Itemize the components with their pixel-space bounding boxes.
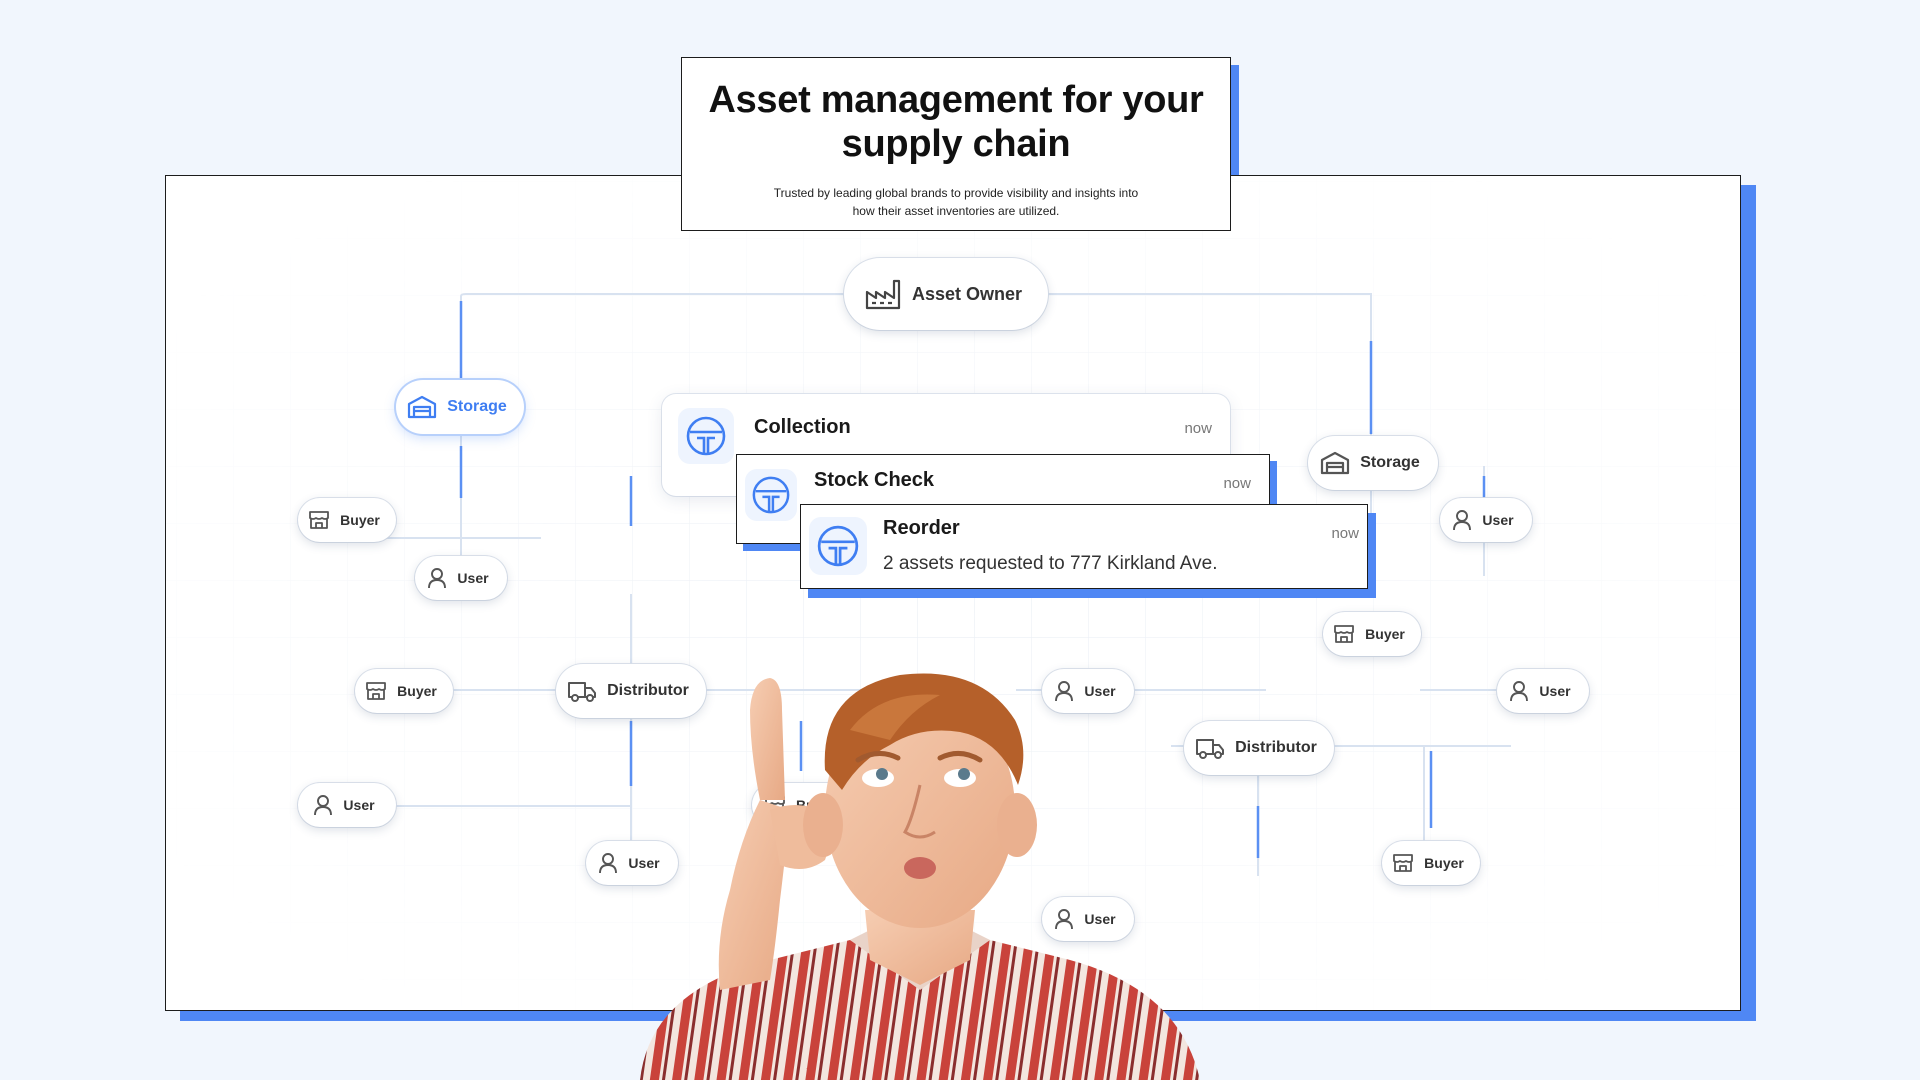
notification-reorder[interactable]: Reorder now 2 assets requested to 777 Ki… (800, 504, 1368, 589)
node-user[interactable]: User (298, 783, 396, 827)
notification-body: 2 assets requested to 777 Kirkland Ave. (883, 553, 1218, 574)
person-thinking-image (640, 673, 1200, 1080)
node-user[interactable]: User (1497, 669, 1589, 713)
notification-title: Collection (754, 416, 851, 438)
node-user[interactable]: User (1440, 498, 1532, 542)
node-storage-right[interactable]: Storage (1308, 436, 1438, 490)
hero-card: Asset management for your supply chain T… (681, 57, 1231, 231)
node-label: User (457, 570, 489, 586)
notification-time: now (1331, 525, 1359, 542)
node-label: User (1482, 512, 1514, 528)
user-icon (314, 795, 333, 816)
notification-icon (678, 408, 734, 464)
node-label: Buyer (1365, 626, 1405, 642)
brand-logo-icon (686, 416, 726, 456)
warehouse-icon (1321, 451, 1350, 475)
node-buyer[interactable]: Buyer (1382, 841, 1480, 885)
brand-logo-icon (752, 476, 790, 514)
notification-title: Reorder (883, 517, 960, 539)
node-storage-left[interactable]: Storage (396, 380, 524, 434)
node-label: User (1539, 683, 1571, 699)
store-icon (366, 682, 387, 700)
hero-subtitle: Trusted by leading global brands to prov… (773, 186, 1139, 218)
node-label: User (343, 797, 375, 813)
node-label: Buyer (340, 512, 380, 528)
hero-title: Asset management for your supply chain (708, 79, 1204, 165)
notification-icon (809, 517, 867, 575)
node-label: Asset Owner (911, 283, 1023, 304)
store-icon (1334, 625, 1355, 643)
node-label: Storage (447, 398, 507, 415)
user-icon (599, 853, 618, 874)
node-label: Buyer (397, 683, 437, 699)
node-buyer[interactable]: Buyer (298, 498, 396, 542)
node-asset-owner[interactable]: Asset Owner (844, 258, 1048, 330)
notification-title: Stock Check (814, 469, 935, 491)
notification-time: now (1223, 475, 1251, 492)
node-label: Storage (1360, 454, 1420, 471)
brand-logo-icon (817, 525, 859, 567)
user-icon (428, 568, 447, 589)
node-label: Distributor (1235, 739, 1317, 756)
node-user[interactable]: User (415, 556, 507, 600)
store-icon (309, 511, 330, 529)
warehouse-icon (408, 395, 437, 419)
node-buyer[interactable]: Buyer (355, 669, 453, 713)
user-icon (1453, 510, 1472, 531)
truck-icon (568, 682, 597, 702)
node-buyer[interactable]: Buyer (1323, 612, 1421, 656)
store-icon (1393, 854, 1414, 872)
notification-icon (745, 469, 797, 521)
user-icon (1510, 681, 1529, 702)
factory-icon (865, 279, 901, 310)
node-label: Buyer (1424, 855, 1464, 871)
notification-time: now (1184, 420, 1212, 437)
